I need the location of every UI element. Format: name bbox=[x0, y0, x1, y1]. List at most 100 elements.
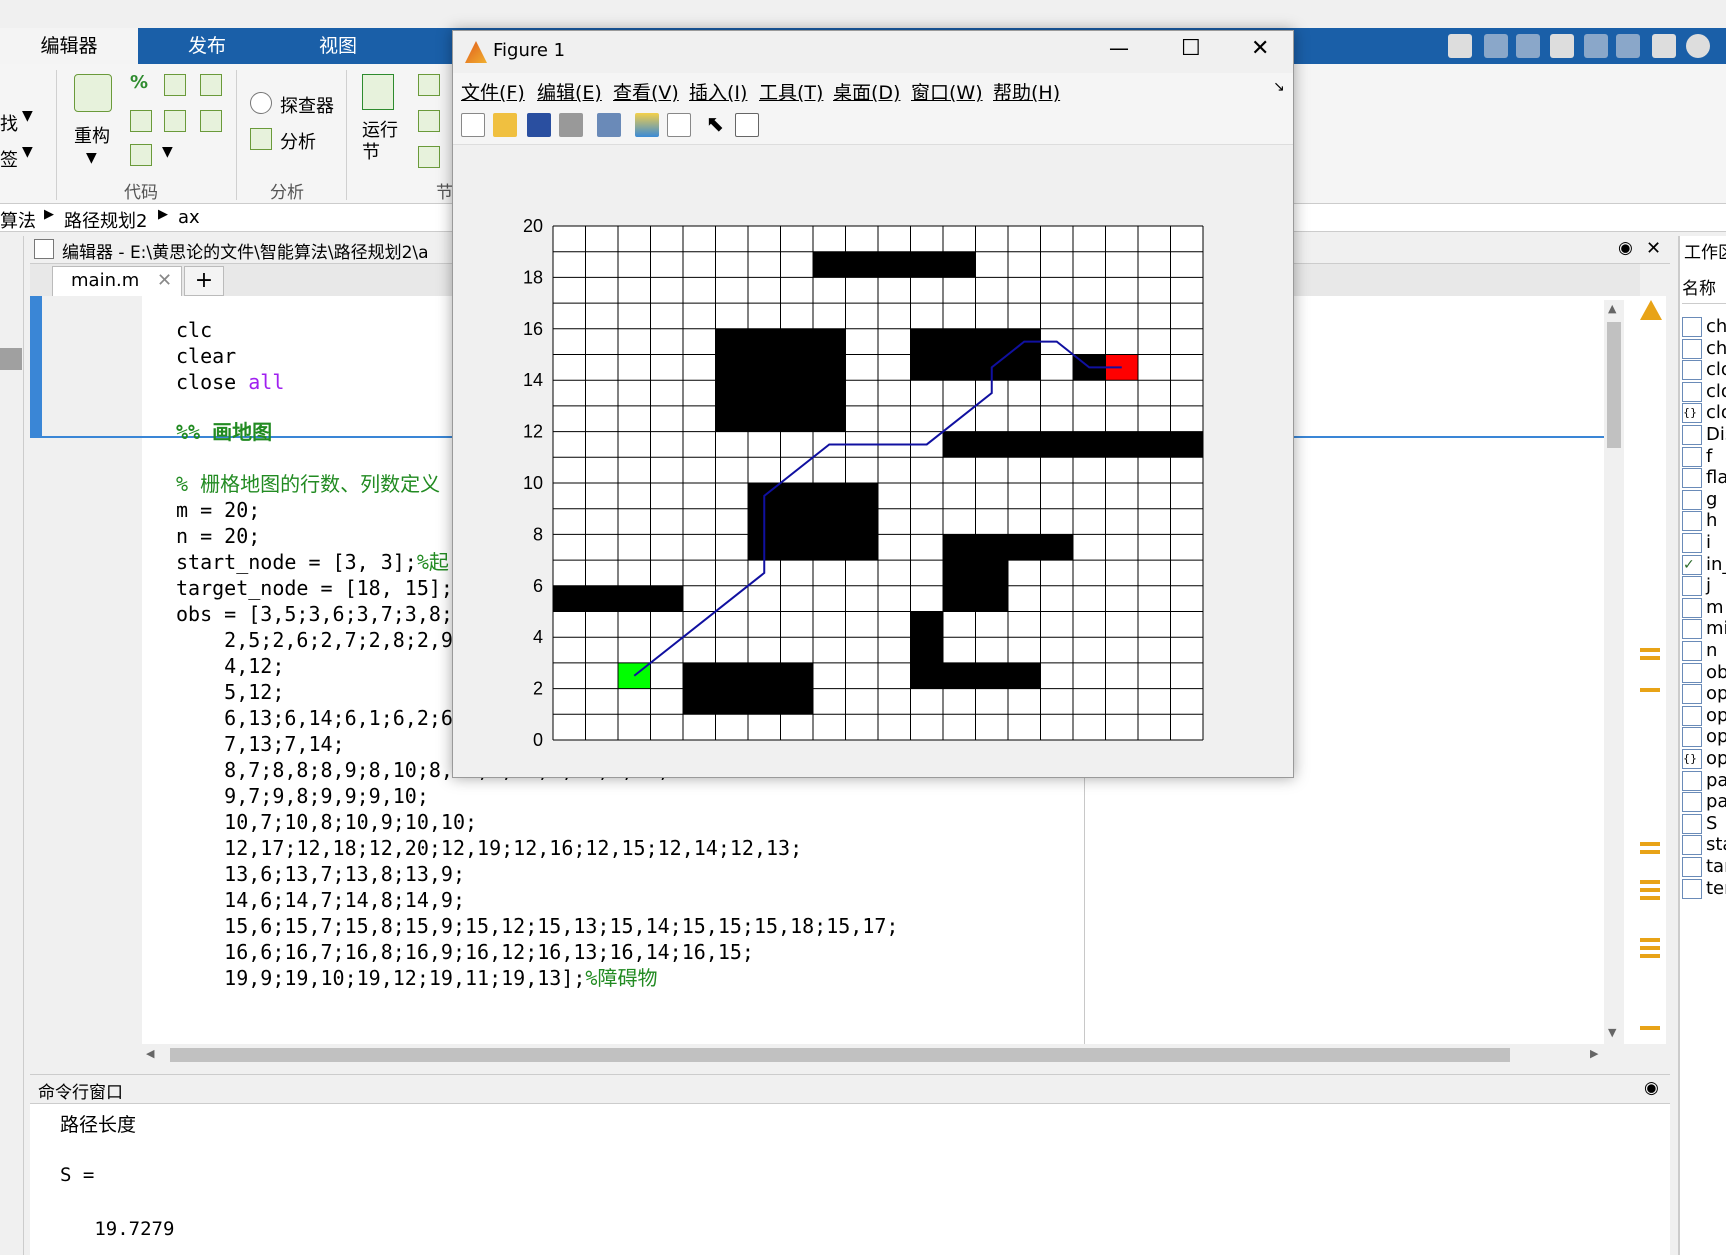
warning-marker[interactable] bbox=[1640, 688, 1660, 692]
workspace-variable[interactable]: tar bbox=[1680, 856, 1726, 880]
workspace-variable[interactable]: op bbox=[1680, 705, 1726, 729]
menu-insert[interactable]: 插入(I) bbox=[689, 78, 747, 105]
comment-icon[interactable]: % bbox=[130, 72, 148, 93]
warning-marker[interactable] bbox=[1640, 850, 1660, 854]
command-window[interactable]: 路径长度 S = 19.7279 bbox=[30, 1104, 1670, 1255]
warning-marker[interactable] bbox=[1640, 842, 1660, 846]
function-icon[interactable] bbox=[130, 144, 152, 166]
breadcrumb-item[interactable]: 算法 bbox=[0, 207, 36, 233]
panel-menu-icon[interactable]: ◉ bbox=[1644, 1078, 1659, 1098]
legend-icon[interactable] bbox=[667, 113, 691, 137]
property-inspector-icon[interactable] bbox=[735, 113, 759, 137]
warning-marker[interactable] bbox=[1640, 648, 1660, 652]
analyze-icon[interactable] bbox=[250, 128, 272, 150]
workspace-variable[interactable]: i bbox=[1680, 532, 1726, 556]
decrease-indent-icon[interactable] bbox=[164, 110, 186, 132]
save-icon[interactable] bbox=[1448, 34, 1472, 58]
close-icon[interactable]: ✕ bbox=[1646, 238, 1661, 259]
warning-icon[interactable] bbox=[1640, 300, 1662, 320]
menu-file[interactable]: 文件(F) bbox=[461, 78, 525, 105]
warning-marker[interactable] bbox=[1640, 1026, 1660, 1030]
workspace-variable[interactable]: g bbox=[1680, 489, 1726, 513]
workspace-variable[interactable]: f bbox=[1680, 446, 1726, 470]
warning-marker[interactable] bbox=[1640, 896, 1660, 900]
menu-tools[interactable]: 工具(T) bbox=[759, 78, 823, 105]
scroll-down-icon[interactable]: ▼ bbox=[1608, 1026, 1616, 1039]
tab-publish[interactable]: 发布 bbox=[138, 28, 276, 64]
figure-title-bar[interactable]: Figure 1 — ☐ ✕ bbox=[453, 31, 1293, 73]
menu-desktop[interactable]: 桌面(D) bbox=[833, 78, 900, 105]
workspace-variable[interactable]: op bbox=[1680, 683, 1726, 707]
refactor-label[interactable]: 重构 bbox=[74, 122, 110, 148]
workspace-variable[interactable]: Dis bbox=[1680, 424, 1726, 448]
figure-window[interactable]: Figure 1 — ☐ ✕ 文件(F) 编辑(E) 查看(V) 插入(I) 工… bbox=[452, 30, 1294, 778]
workspace-variable[interactable]: ch bbox=[1680, 316, 1726, 340]
close-icon[interactable]: ✕ bbox=[1251, 36, 1269, 61]
workspace-variable[interactable]: clo bbox=[1680, 359, 1726, 383]
pointer-icon[interactable]: ⬉ bbox=[703, 113, 727, 137]
menu-edit[interactable]: 编辑(E) bbox=[537, 78, 602, 105]
scroll-up-icon[interactable]: ▲ bbox=[1608, 302, 1616, 315]
workspace-variable[interactable]: j bbox=[1680, 575, 1726, 599]
copy-icon[interactable] bbox=[1516, 34, 1540, 58]
chevron-down-icon[interactable]: ▼ bbox=[86, 150, 97, 166]
vertical-scrollbar[interactable]: ▲ ▼ bbox=[1604, 300, 1624, 1044]
menu-window[interactable]: 窗口(W) bbox=[911, 78, 983, 105]
smart-indent-icon[interactable] bbox=[130, 110, 152, 132]
workspace-variable[interactable]: pa bbox=[1680, 791, 1726, 815]
workspace-variable[interactable]: mi bbox=[1680, 618, 1726, 642]
workspace-variable[interactable]: n bbox=[1680, 640, 1726, 664]
workspace-variable[interactable]: {}op bbox=[1680, 748, 1726, 772]
link-plot-icon[interactable] bbox=[597, 113, 621, 137]
switch-windows-icon[interactable] bbox=[1652, 34, 1676, 58]
new-figure-icon[interactable] bbox=[461, 113, 485, 137]
current-folder-collapsed[interactable] bbox=[0, 236, 24, 1255]
plot-axes[interactable]: 0510152002468101214161820 bbox=[493, 171, 1253, 751]
find-partial-label[interactable]: 找 bbox=[0, 110, 18, 136]
workspace-variable[interactable]: clo bbox=[1680, 381, 1726, 405]
tab-editor[interactable]: 编辑器 bbox=[0, 28, 138, 64]
workspace-variable[interactable]: S bbox=[1680, 813, 1726, 837]
run-section-label[interactable]: 运行 节 bbox=[362, 120, 398, 164]
maximize-icon[interactable]: ☐ bbox=[1181, 36, 1201, 61]
chevron-down-icon[interactable]: ▼ bbox=[22, 144, 33, 160]
workspace-variable[interactable]: ch bbox=[1680, 338, 1726, 362]
tab-main-m[interactable]: main.m ✕ bbox=[52, 266, 182, 296]
chevron-down-icon[interactable]: ▼ bbox=[162, 144, 173, 160]
workspace-variable[interactable]: fla bbox=[1680, 467, 1726, 491]
workspace-name-header[interactable]: 名称 bbox=[1682, 274, 1726, 304]
warning-marker[interactable] bbox=[1640, 946, 1660, 950]
profiler-icon[interactable] bbox=[250, 92, 272, 114]
warning-marker[interactable] bbox=[1640, 880, 1660, 884]
increase-indent-icon[interactable] bbox=[200, 110, 222, 132]
workspace-variable[interactable]: {}clo bbox=[1680, 402, 1726, 426]
print-icon[interactable] bbox=[559, 113, 583, 137]
colorbar-icon[interactable] bbox=[635, 113, 659, 137]
workspace-variable[interactable]: ter bbox=[1680, 878, 1726, 902]
warning-marker[interactable] bbox=[1640, 656, 1660, 660]
workspace-variable[interactable]: sta bbox=[1680, 834, 1726, 858]
scroll-thumb[interactable] bbox=[1607, 322, 1621, 448]
analyze-label[interactable]: 分析 bbox=[280, 128, 316, 154]
workspace-variable[interactable]: h bbox=[1680, 510, 1726, 534]
workspace-variable[interactable]: ✓in_ bbox=[1680, 554, 1726, 578]
bookmark-partial-label[interactable]: 签 bbox=[0, 146, 18, 172]
warning-marker[interactable] bbox=[1640, 888, 1660, 892]
breadcrumb-item[interactable]: 路径规划2 bbox=[64, 207, 147, 233]
cut-icon[interactable] bbox=[1484, 34, 1508, 58]
breadcrumb-item[interactable]: ax bbox=[178, 207, 200, 228]
panel-menu-icon[interactable]: ◉ bbox=[1618, 238, 1633, 258]
workspace-variable[interactable]: op bbox=[1680, 726, 1726, 750]
refactor-fx-icon[interactable] bbox=[74, 74, 112, 112]
section-break-icon[interactable] bbox=[418, 74, 440, 96]
add-tab-button[interactable]: + bbox=[184, 266, 224, 296]
run-to-end-icon[interactable] bbox=[418, 146, 440, 168]
close-tab-icon[interactable]: ✕ bbox=[157, 270, 172, 291]
open-file-icon[interactable] bbox=[493, 113, 517, 137]
scroll-left-icon[interactable]: ◀ bbox=[146, 1047, 154, 1060]
paste-icon[interactable] bbox=[1550, 34, 1574, 58]
tab-view[interactable]: 视图 bbox=[276, 28, 400, 64]
scroll-thumb[interactable] bbox=[170, 1048, 1510, 1062]
menu-view[interactable]: 查看(V) bbox=[613, 78, 679, 105]
warning-marker[interactable] bbox=[1640, 938, 1660, 942]
